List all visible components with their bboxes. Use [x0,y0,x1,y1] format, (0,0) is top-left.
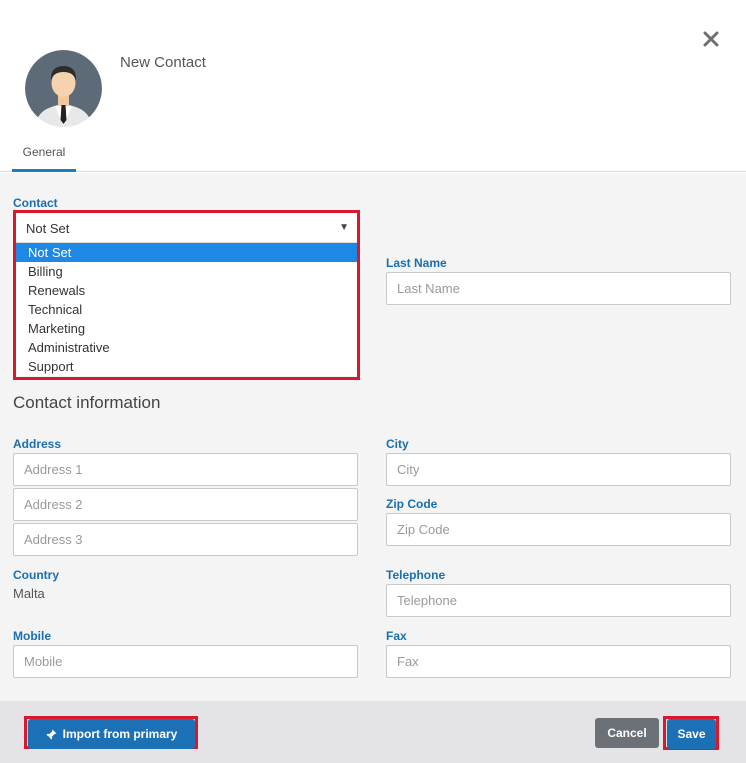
address-3-input[interactable] [13,523,358,556]
fax-input[interactable] [386,645,731,678]
option-administrative[interactable]: Administrative [16,338,357,357]
zip-code-input[interactable] [386,513,731,546]
address-label: Address [13,437,62,451]
option-marketing[interactable]: Marketing [16,319,357,338]
contact-dropdown-list: Not Set Billing Renewals Technical Marke… [16,243,357,376]
fax-label: Fax [386,629,407,643]
caret-down-icon: ▼ [339,222,349,233]
cancel-button[interactable]: Cancel [595,718,659,748]
contact-select[interactable]: Not Set ▼ [16,213,357,243]
option-technical[interactable]: Technical [16,300,357,319]
close-icon[interactable] [700,28,722,50]
dialog-title: New Contact [120,54,206,71]
last-name-input[interactable] [386,272,731,305]
telephone-label: Telephone [386,568,446,582]
option-not-set[interactable]: Not Set [16,243,357,262]
country-value: Malta [13,586,45,601]
zip-code-label: Zip Code [386,497,438,511]
mobile-label: Mobile [13,629,51,643]
city-input[interactable] [386,453,731,486]
avatar [25,50,102,127]
option-support[interactable]: Support [16,357,357,376]
option-billing[interactable]: Billing [16,262,357,281]
contact-select-value: Not Set [26,221,70,236]
import-from-primary-button[interactable]: Import from primary [28,719,195,749]
option-renewals[interactable]: Renewals [16,281,357,300]
save-button[interactable]: Save [667,719,716,749]
telephone-input[interactable] [386,584,731,617]
contact-label: Contact [13,196,58,210]
city-label: City [386,437,409,451]
person-avatar-icon [25,50,102,127]
tab-general[interactable]: General [12,140,76,172]
address-2-input[interactable] [13,488,358,521]
mobile-input[interactable] [13,645,358,678]
address-1-input[interactable] [13,453,358,486]
contact-information-title: Contact information [13,393,161,412]
last-name-label: Last Name [386,256,447,270]
import-button-label: Import from primary [62,727,178,741]
dialog-header: New Contact General [0,0,746,172]
pin-icon [46,729,57,740]
country-label: Country [13,568,59,582]
